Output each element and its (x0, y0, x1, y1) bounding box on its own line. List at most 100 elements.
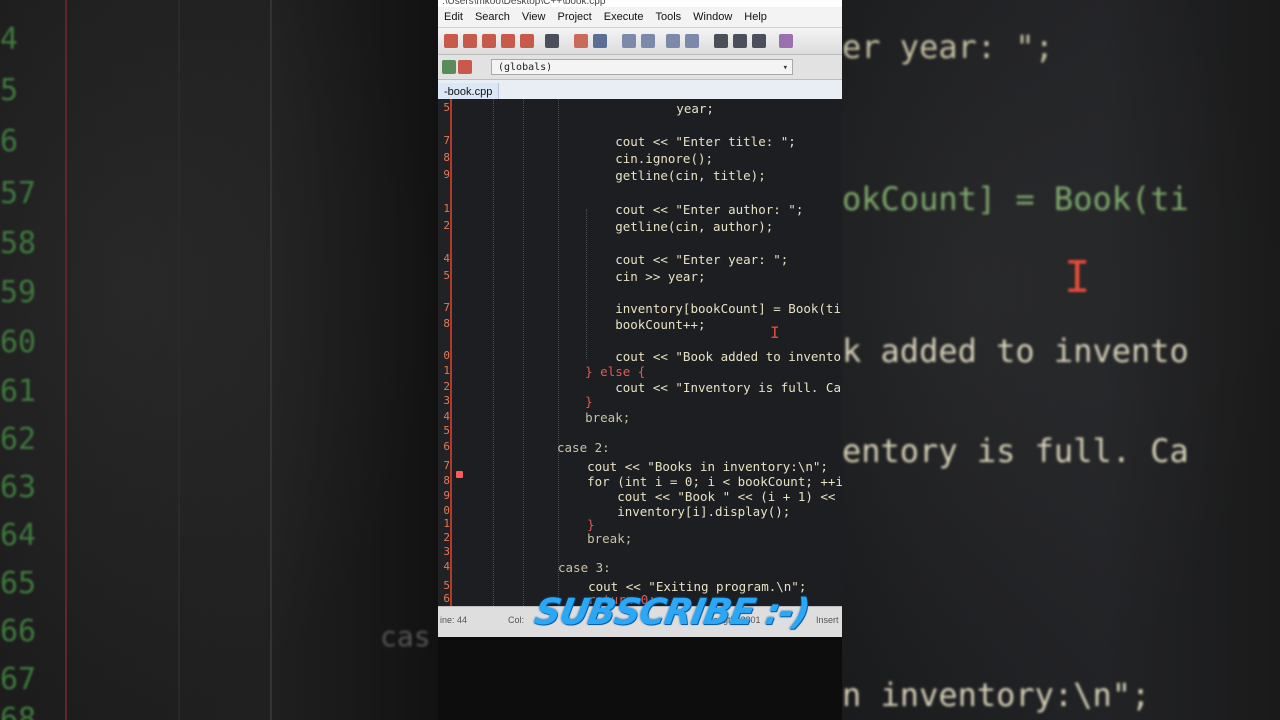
bg-line-number: 59 (0, 275, 37, 310)
menu-search[interactable]: Search (475, 11, 510, 23)
menu-window[interactable]: Window (693, 11, 732, 23)
line-number: 8 (443, 317, 450, 330)
code-text: cout << "Books in inventory:\n"; (557, 459, 828, 474)
line-number: 8 (443, 474, 450, 487)
menu-bar: Edit Search View Project Execute Tools W… (438, 7, 842, 27)
class-browser-icon[interactable] (442, 60, 456, 74)
left-divider-1 (178, 0, 180, 720)
replace-icon[interactable] (641, 34, 655, 48)
bg-code-fragment: cas (380, 620, 431, 653)
line-number: 5 (443, 424, 450, 437)
scope-combo-value: (globals) (498, 62, 553, 73)
line-number: 3 (443, 545, 450, 558)
code-text: inventory[bookCount] = Book(ti (555, 301, 841, 316)
menu-tools[interactable]: Tools (655, 11, 681, 23)
code-line: 2 getline(cin, author); (438, 219, 842, 235)
code-line: 8 bookCount++; (438, 317, 842, 333)
code-text: case 3: (558, 560, 611, 575)
status-line: ine: 44 (440, 615, 468, 625)
subscribe-overlay: SUBSCRIBE :-) (531, 592, 813, 633)
left-divider-2 (270, 0, 272, 720)
bg-code-line: entory is full. Ca (842, 432, 1189, 470)
scope-combo[interactable]: (globals) ▾ (491, 59, 793, 75)
line-number: 2 (443, 380, 450, 393)
code-text: cout << "Enter year: "; (555, 252, 789, 267)
bg-line-number: 60 (0, 325, 37, 360)
menu-help[interactable]: Help (744, 11, 767, 23)
line-number: 4 (443, 410, 450, 423)
save-all-icon[interactable] (501, 34, 515, 48)
line-number: 1 (443, 364, 450, 377)
code-line: 3 (438, 545, 842, 561)
save-icon[interactable] (482, 34, 496, 48)
line-number: 0 (443, 349, 450, 362)
line-number: 9 (443, 489, 450, 502)
indent-icon[interactable] (666, 34, 680, 48)
insert-icon[interactable] (458, 60, 472, 74)
code-text: getline(cin, title); (555, 168, 766, 183)
bg-line-number: 5 (0, 73, 19, 108)
bg-line-number: 62 (0, 422, 37, 457)
text-cursor-icon: I (770, 323, 780, 342)
code-text: } (555, 394, 593, 409)
new-file-icon[interactable] (444, 34, 458, 48)
code-text: cout << "Enter author: "; (555, 202, 804, 217)
below-screen-dark (438, 637, 842, 720)
code-text: for (int i = 0; i < bookCount; ++i) (557, 474, 842, 489)
bg-line-number: 6 (0, 124, 19, 159)
bg-line-number: 65 (0, 566, 37, 601)
code-text: cout << "Enter title: "; (555, 134, 796, 149)
bg-line-number: 57 (0, 176, 37, 211)
line-number: 3 (443, 394, 450, 407)
bg-text-cursor-icon: I (1064, 252, 1091, 303)
menu-view[interactable]: View (522, 11, 546, 23)
code-text: bookCount++; (555, 317, 706, 332)
line-number: 4 (443, 560, 450, 573)
bookmark-next-icon[interactable] (733, 34, 747, 48)
line-number: 1 (443, 202, 450, 215)
bg-line-number: 64 (0, 518, 37, 553)
undo-icon[interactable] (574, 34, 588, 48)
menu-edit[interactable]: Edit (444, 11, 463, 23)
line-number: 6 (443, 592, 450, 605)
code-text: cin >> year; (555, 269, 706, 284)
bg-code-line: okCount] = Book(ti (842, 180, 1189, 218)
code-line: 5 cin >> year; (438, 269, 842, 285)
code-line: 0 cout << "Book added to invento (438, 349, 842, 365)
breakpoint-marker[interactable] (456, 471, 463, 478)
goto-icon[interactable] (752, 34, 766, 48)
left-background-blur: 4 5 6 57 58 59 60 61 62 63 64 65 66 67 6… (0, 0, 438, 720)
redo-icon[interactable] (593, 34, 607, 48)
status-col: Col: (508, 615, 525, 625)
line-number: 6 (443, 440, 450, 453)
code-line: 7 cout << "Enter title: "; (438, 134, 842, 150)
code-line: 6 case 2: (438, 440, 842, 456)
line-number: 1 (443, 517, 450, 530)
code-editor[interactable]: 5 year; 7 cout << "Enter title: "; 8 cin… (438, 99, 842, 606)
code-line: 5 (438, 424, 842, 440)
bg-line-number: 61 (0, 374, 37, 409)
code-text: case 2: (557, 440, 610, 455)
line-number: 0 (443, 504, 450, 517)
line-number: 8 (443, 151, 450, 164)
find-icon[interactable] (622, 34, 636, 48)
ide-window: :\Users\mkoo\Desktop\C++\book.cpp Edit S… (438, 0, 842, 637)
code-text: break; (557, 531, 633, 546)
menu-project[interactable]: Project (557, 11, 591, 23)
line-number: 4 (443, 252, 450, 265)
unindent-icon[interactable] (685, 34, 699, 48)
menu-execute[interactable]: Execute (604, 11, 644, 23)
code-text: } (557, 517, 595, 532)
close-file-icon[interactable] (520, 34, 534, 48)
bookmark-prev-icon[interactable] (714, 34, 728, 48)
compile-icon[interactable] (779, 34, 793, 48)
code-text: } else { (555, 364, 646, 379)
code-line: 7 cout << "Books in inventory:\n"; (438, 459, 842, 475)
bg-line-number: 63 (0, 470, 37, 505)
bg-line-number: 4 (0, 22, 19, 57)
open-file-icon[interactable] (463, 34, 477, 48)
status-mode: Insert (816, 615, 839, 625)
code-line: 3 } (438, 394, 842, 410)
code-text: cin.ignore(); (555, 151, 714, 166)
print-icon[interactable] (545, 34, 559, 48)
